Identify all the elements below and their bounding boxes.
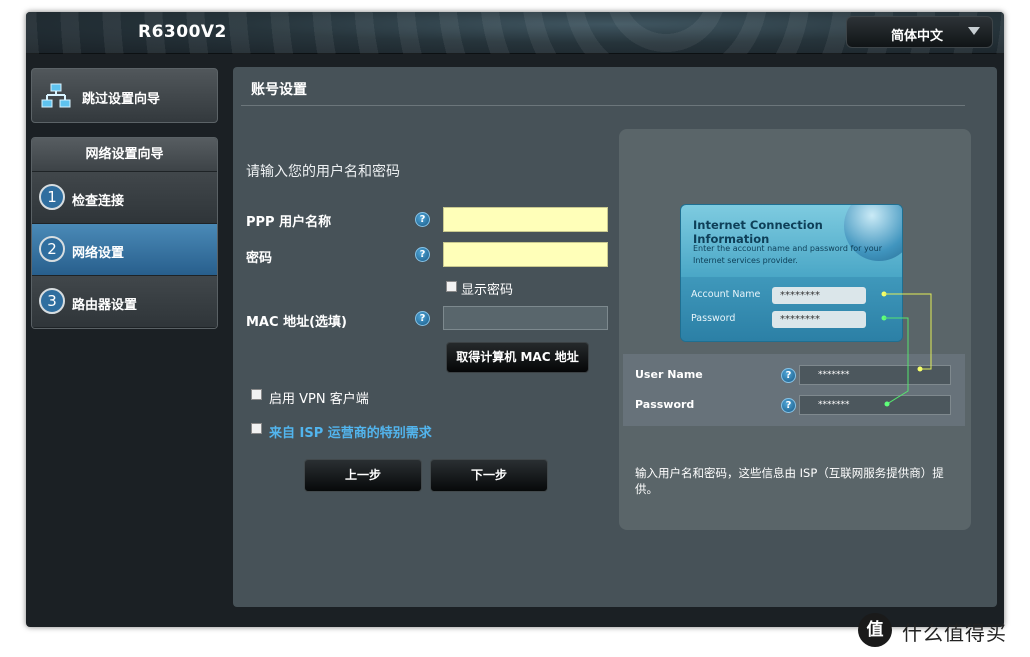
- divider: [241, 105, 965, 106]
- next-button[interactable]: 下一步: [430, 459, 548, 492]
- wizard-nav: 网络设置向导 1 检查连接 2 网络设置 3 路由器设置: [31, 137, 218, 329]
- step-label: 路由器设置: [72, 298, 138, 313]
- ppp-username-input[interactable]: [443, 207, 608, 232]
- vpn-client-label: 启用 VPN 客户端: [269, 392, 369, 407]
- mac-address-input[interactable]: [443, 306, 608, 330]
- step-check-connection[interactable]: 1 检查连接: [32, 172, 217, 224]
- help-icon[interactable]: ?: [415, 247, 430, 262]
- wizard-title: 网络设置向导: [32, 138, 217, 172]
- show-password-checkbox[interactable]: [446, 281, 457, 292]
- step-number: 3: [39, 288, 65, 314]
- help-icon[interactable]: ?: [415, 212, 430, 227]
- isp-requirements-checkbox[interactable]: [251, 423, 262, 434]
- watermark-logo: 值: [858, 613, 892, 647]
- mac-address-label: MAC 地址(选填): [246, 315, 347, 330]
- previous-button[interactable]: 上一步: [304, 459, 422, 492]
- watermark-text: 什么值得买: [902, 621, 1007, 645]
- password-label: 密码: [246, 251, 273, 266]
- step-network-settings[interactable]: 2 网络设置: [32, 224, 217, 276]
- vpn-client-checkbox[interactable]: [251, 389, 262, 400]
- form-prompt: 请输入您的用户名和密码: [246, 164, 400, 180]
- page-title: 账号设置: [251, 82, 307, 98]
- skip-wizard-label: 跳过设置向导: [82, 92, 161, 107]
- account-settings-panel: 账号设置 请输入您的用户名和密码 PPP 用户名称 ? 密码 ? 显示密码 MA…: [233, 67, 997, 607]
- skip-wizard-button[interactable]: 跳过设置向导: [31, 68, 218, 123]
- language-label: 简体中文: [891, 29, 944, 44]
- step-number: 1: [39, 184, 65, 210]
- isp-requirements-link[interactable]: 来自 ISP 运营商的特别需求: [269, 422, 432, 441]
- model-name: R6300V2: [138, 22, 227, 42]
- show-password-label: 显示密码: [461, 283, 514, 298]
- ppp-username-label: PPP 用户名称: [246, 215, 332, 230]
- get-mac-address-button[interactable]: 取得计算机 MAC 地址: [446, 342, 589, 373]
- info-description: 输入用户名和密码，这些信息由 ISP（互联网服务提供商）提供。: [635, 466, 944, 496]
- help-illustration: Internet Connection Information Enter th…: [619, 129, 971, 530]
- router-window: R6300V2 简体中文 跳过设置向导 网络设置向导 1 检查连接 2 网络设置…: [26, 12, 1004, 627]
- chevron-down-icon: [968, 27, 980, 35]
- language-select[interactable]: 简体中文: [846, 16, 993, 48]
- step-label: 检查连接: [72, 194, 125, 209]
- help-icon[interactable]: ?: [415, 311, 430, 326]
- step-number: 2: [39, 236, 65, 262]
- step-router-settings[interactable]: 3 路由器设置: [32, 276, 217, 328]
- network-icon: [41, 83, 71, 108]
- step-label: 网络设置: [72, 246, 125, 261]
- password-input[interactable]: [443, 242, 608, 267]
- connector-lines: [881, 291, 932, 407]
